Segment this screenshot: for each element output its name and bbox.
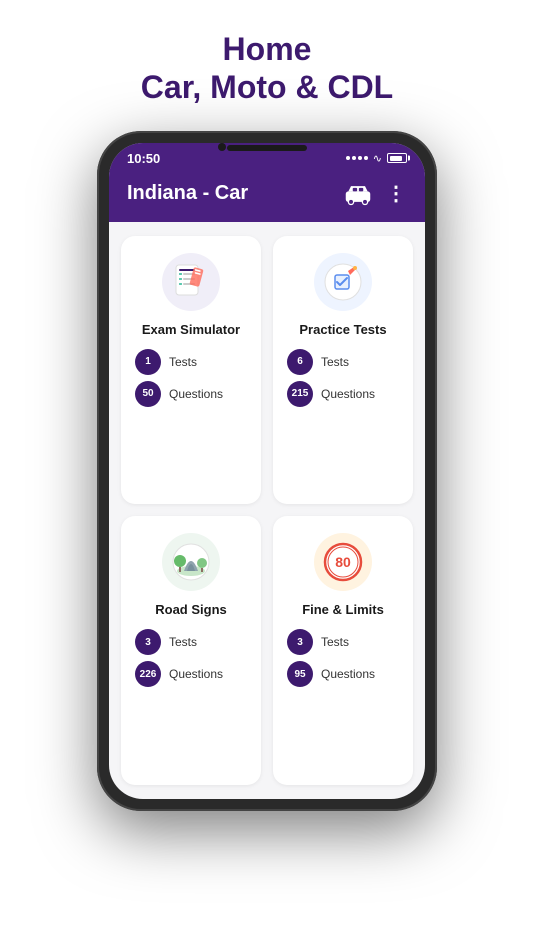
fine-limits-icon: 80	[313, 532, 373, 592]
status-bar: 10:50 ∿	[109, 143, 425, 172]
signal-icon	[346, 156, 368, 160]
wifi-icon: ∿	[373, 152, 382, 165]
practice-questions-stat: 215 Questions	[287, 381, 399, 407]
practice-tests-label: Practice Tests	[299, 322, 386, 337]
exam-simulator-label: Exam Simulator	[142, 322, 240, 337]
exam-simulator-icon	[161, 252, 221, 312]
exam-tests-label: Tests	[169, 355, 197, 369]
road-signs-questions-label: Questions	[169, 667, 223, 681]
practice-tests-icon	[313, 252, 373, 312]
phone-screen: 10:50 ∿ Indiana - Car	[109, 143, 425, 799]
page-wrapper: Home Car, Moto & CDL 10:50 ∿	[0, 0, 534, 950]
road-signs-questions-badge: 226	[135, 661, 161, 687]
exam-simulator-card[interactable]: Exam Simulator 1 Tests 50 Questions	[121, 236, 261, 505]
road-signs-tests-label: Tests	[169, 635, 197, 649]
exam-tests-stat: 1 Tests	[135, 349, 247, 375]
fine-limits-tests-stat: 3 Tests	[287, 629, 399, 655]
practice-tests-stat: 6 Tests	[287, 349, 399, 375]
practice-questions-label: Questions	[321, 387, 375, 401]
fine-limits-tests-badge: 3	[287, 629, 313, 655]
car-icon[interactable]	[344, 180, 372, 208]
road-signs-questions-stat: 226 Questions	[135, 661, 247, 687]
practice-tests-badge: 6	[287, 349, 313, 375]
status-icons: ∿	[346, 152, 407, 165]
fine-limits-card[interactable]: 80 Fine & Limits 3 Tests 95 Questions	[273, 516, 413, 785]
exam-questions-stat: 50 Questions	[135, 381, 247, 407]
fine-limits-label: Fine & Limits	[302, 602, 384, 617]
exam-questions-badge: 50	[135, 381, 161, 407]
practice-tests-label2: Tests	[321, 355, 349, 369]
practice-questions-badge: 215	[287, 381, 313, 407]
header-icons: ⋮	[344, 180, 407, 208]
practice-tests-card[interactable]: Practice Tests 6 Tests 215 Questions	[273, 236, 413, 505]
menu-icon[interactable]: ⋮	[386, 181, 407, 206]
svg-text:80: 80	[335, 554, 351, 570]
page-title: Home Car, Moto & CDL	[141, 30, 393, 107]
app-header: Indiana - Car ⋮	[109, 172, 425, 222]
road-signs-card[interactable]: Road Signs 3 Tests 226 Questions	[121, 516, 261, 785]
road-signs-icon	[161, 532, 221, 592]
fine-limits-questions-badge: 95	[287, 661, 313, 687]
exam-tests-badge: 1	[135, 349, 161, 375]
road-signs-tests-badge: 3	[135, 629, 161, 655]
phone-shell: 10:50 ∿ Indiana - Car	[97, 131, 437, 811]
road-signs-tests-stat: 3 Tests	[135, 629, 247, 655]
grid-container: Exam Simulator 1 Tests 50 Questions	[109, 222, 425, 799]
status-time: 10:50	[127, 151, 160, 166]
exam-questions-label: Questions	[169, 387, 223, 401]
app-title: Indiana - Car	[127, 182, 248, 205]
fine-limits-tests-label: Tests	[321, 635, 349, 649]
battery-icon	[387, 153, 407, 163]
fine-limits-questions-label: Questions	[321, 667, 375, 681]
fine-limits-questions-stat: 95 Questions	[287, 661, 399, 687]
road-signs-label: Road Signs	[155, 602, 227, 617]
